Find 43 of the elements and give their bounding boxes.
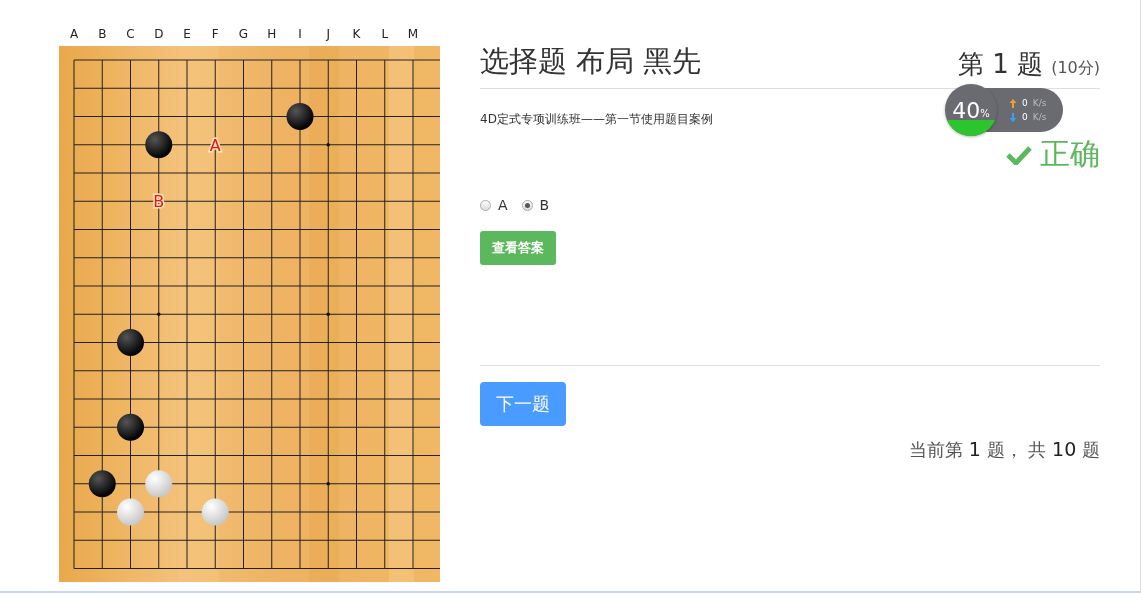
column-label: E <box>183 27 191 41</box>
download-icon <box>1009 112 1017 122</box>
column-label: G <box>238 27 249 41</box>
download-speed: 0 <box>1022 112 1028 122</box>
show-answer-button[interactable]: 查看答案 <box>480 231 556 265</box>
next-question-button[interactable]: 下一题 <box>480 382 566 426</box>
option-label[interactable]: B <box>539 197 550 213</box>
radio-button[interactable] <box>480 199 491 211</box>
go-stone <box>88 470 116 498</box>
go-stone <box>201 498 229 526</box>
column-label: M <box>407 27 419 41</box>
speed-unit: K/s <box>1032 112 1047 122</box>
question-description: 4D定式专项训练班——第一节使用题目案例 <box>480 111 713 128</box>
question-title: 选择题 布局 黑先 <box>480 43 702 80</box>
column-label: I <box>298 27 302 41</box>
column-label: H <box>267 27 277 41</box>
upload-speed: 0 <box>1022 98 1028 108</box>
result-text: 正确 <box>1040 135 1100 173</box>
check-icon <box>1006 144 1032 165</box>
column-label: D <box>154 27 164 41</box>
go-stone <box>286 103 314 130</box>
column-label: A <box>69 27 79 41</box>
column-label: B <box>98 27 107 41</box>
progress-text: 当前第 1 题， 共 10 题 <box>909 438 1100 462</box>
memory-ball[interactable]: 40% <box>945 84 997 136</box>
go-stone <box>117 329 144 356</box>
radio-button[interactable] <box>521 199 533 211</box>
column-label: J <box>326 27 330 41</box>
upload-icon <box>1009 98 1017 108</box>
column-label: K <box>352 27 361 41</box>
column-label: L <box>381 27 389 41</box>
speed-unit: K/s <box>1032 98 1047 108</box>
column-label: F <box>211 27 219 41</box>
memory-percent: 40 <box>952 97 981 123</box>
question-number: 第 1 题 <box>958 48 1044 81</box>
go-stone <box>145 131 173 159</box>
option-label[interactable]: A <box>498 197 508 213</box>
question-points: (10分) <box>1051 58 1100 79</box>
column-label: C <box>126 27 135 41</box>
go-stone <box>117 498 144 526</box>
percent-sign: % <box>980 107 990 119</box>
go-stone <box>145 470 173 498</box>
go-stone <box>117 413 144 441</box>
